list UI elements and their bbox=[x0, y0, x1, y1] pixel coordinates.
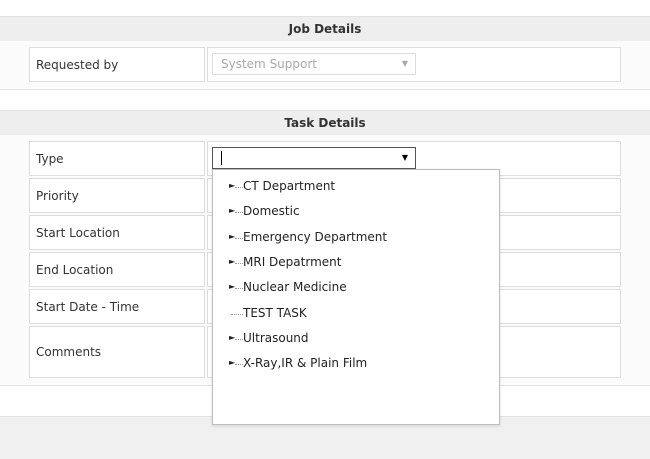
tree-item-label[interactable]: X-Ray,IR & Plain Film bbox=[243, 356, 367, 370]
tree-item-ultrasound[interactable]: ► Ultrasound bbox=[213, 328, 499, 350]
expand-arrow-icon[interactable]: ► bbox=[229, 181, 235, 190]
tree-item-label[interactable]: Emergency Department bbox=[243, 230, 387, 244]
type-dropdown-list[interactable]: ► CT Department ► Domestic ► Emergency D… bbox=[212, 169, 500, 425]
job-details-section: Requested by System Support ▼ bbox=[0, 41, 650, 90]
tree-connector bbox=[235, 187, 243, 188]
tree-item-x-ray-ir-plain-film[interactable]: ► X-Ray,IR & Plain Film bbox=[213, 353, 499, 375]
tree-item-emergency-department[interactable]: ► Emergency Department bbox=[213, 227, 499, 249]
end-location-label-cell: End Location bbox=[29, 252, 205, 287]
start-date-time-label: Start Date - Time bbox=[36, 299, 140, 314]
tree-connector bbox=[235, 263, 243, 264]
tree-item-ct-department[interactable]: ► CT Department bbox=[213, 176, 499, 198]
tree-item-label[interactable]: Nuclear Medicine bbox=[243, 280, 347, 294]
tree-connector bbox=[235, 339, 243, 340]
type-select[interactable]: ▼ bbox=[212, 147, 416, 169]
tree-connector bbox=[235, 238, 243, 239]
chevron-down-icon[interactable]: ▼ bbox=[402, 148, 408, 168]
type-label-cell: Type bbox=[29, 141, 205, 176]
tree-item-label[interactable]: MRI Depatrment bbox=[243, 255, 341, 269]
tree-connector bbox=[235, 212, 243, 213]
start-date-time-label-cell: Start Date - Time bbox=[29, 289, 205, 324]
chevron-down-icon: ▼ bbox=[401, 59, 408, 68]
comments-label-cell: Comments bbox=[29, 326, 205, 378]
expand-arrow-icon[interactable]: ► bbox=[229, 282, 235, 291]
tree-item-label[interactable]: TEST TASK bbox=[243, 306, 307, 320]
requested-by-label: Requested by bbox=[36, 57, 119, 72]
expand-arrow-icon[interactable]: ► bbox=[229, 333, 235, 342]
requested-by-value: System Support bbox=[221, 57, 317, 71]
job-details-title: Job Details bbox=[288, 22, 362, 36]
expand-arrow-icon[interactable]: ► bbox=[229, 206, 235, 215]
tree-item-label[interactable]: Domestic bbox=[243, 204, 300, 218]
tree-item-label[interactable]: Ultrasound bbox=[243, 331, 309, 345]
tree-item-mri-depatrment[interactable]: ► MRI Depatrment bbox=[213, 252, 499, 274]
priority-label: Priority bbox=[36, 188, 79, 203]
text-caret bbox=[221, 151, 222, 165]
requested-by-label-cell: Requested by bbox=[29, 47, 205, 82]
expand-arrow-icon[interactable]: ► bbox=[229, 232, 235, 241]
comments-label: Comments bbox=[36, 345, 102, 359]
requested-by-select: System Support ▼ bbox=[212, 53, 416, 75]
priority-label-cell: Priority bbox=[29, 178, 205, 213]
type-label: Type bbox=[36, 151, 64, 166]
job-details-header: Job Details bbox=[0, 16, 650, 42]
requested-by-value-cell: System Support ▼ bbox=[207, 47, 621, 82]
tree-connector bbox=[231, 314, 243, 315]
start-location-label-cell: Start Location bbox=[29, 215, 205, 250]
expand-arrow-icon[interactable]: ► bbox=[229, 257, 235, 266]
expand-arrow-icon[interactable]: ► bbox=[229, 358, 235, 367]
task-details-title: Task Details bbox=[284, 116, 366, 130]
tree-item-label[interactable]: CT Department bbox=[243, 179, 335, 193]
end-location-label: End Location bbox=[36, 262, 114, 277]
start-location-label: Start Location bbox=[36, 225, 120, 240]
tree-item-nuclear-medicine[interactable]: ► Nuclear Medicine bbox=[213, 277, 499, 299]
tree-item-domestic[interactable]: ► Domestic bbox=[213, 201, 499, 223]
tree-connector bbox=[235, 288, 243, 289]
tree-connector bbox=[235, 364, 243, 365]
tree-item-test-task[interactable]: TEST TASK bbox=[213, 303, 499, 325]
task-details-header: Task Details bbox=[0, 110, 650, 136]
